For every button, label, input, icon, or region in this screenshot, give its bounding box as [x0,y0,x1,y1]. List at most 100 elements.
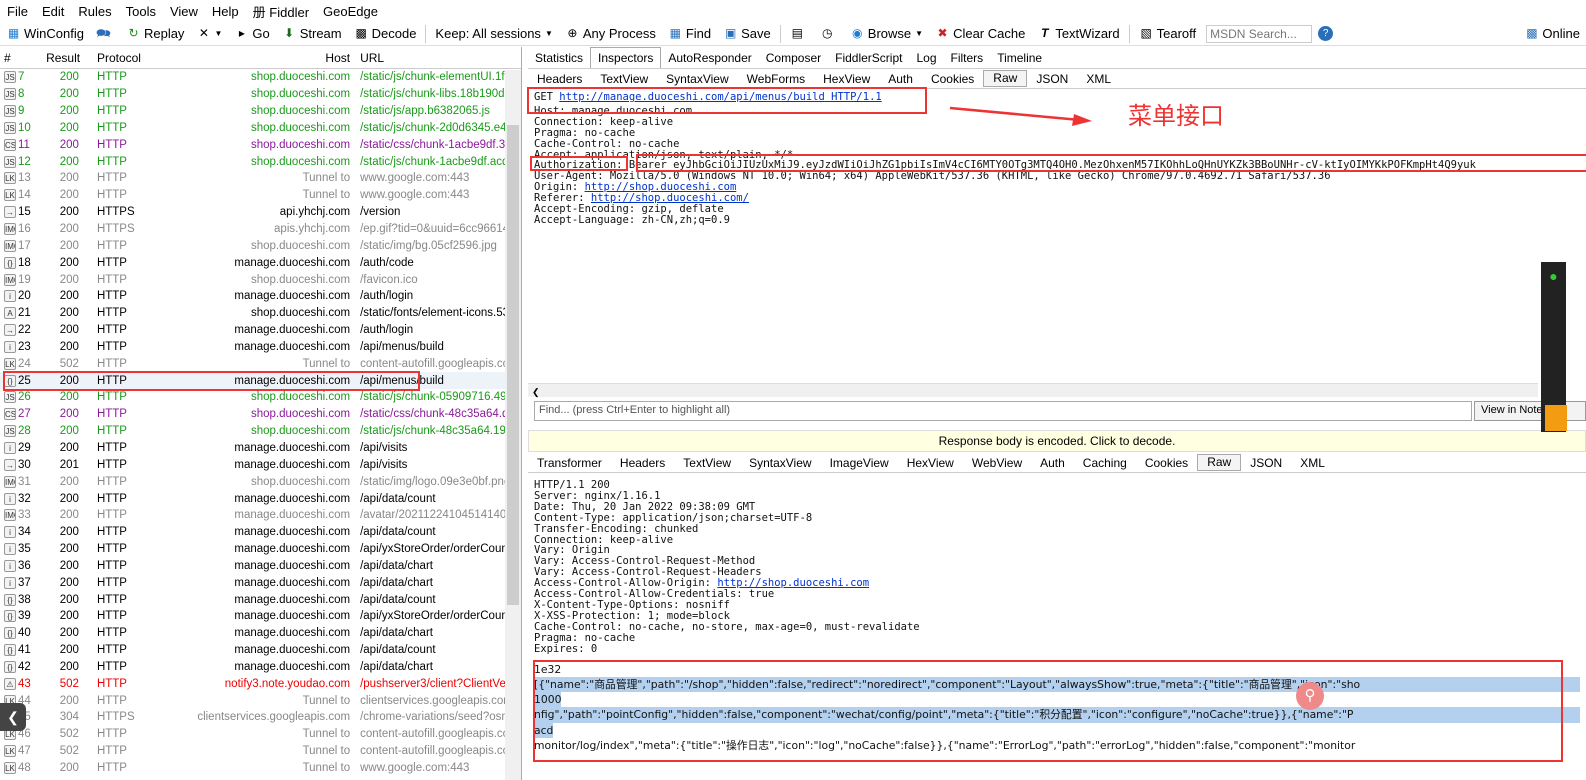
decode-button[interactable]: ▩ Decode [348,23,423,45]
tab-fiddlerscript[interactable]: FiddlerScript [828,48,909,68]
session-row[interactable]: ⚠ 43 502 HTTP notify3.note.youdao.com/pushse… [0,675,521,692]
subtab-auth[interactable]: Auth [879,69,922,89]
subtab-transformer[interactable]: Transformer [528,453,611,473]
help-button[interactable]: ? [1312,23,1342,45]
menu-item-7[interactable]: GeoEdge [316,4,385,19]
go-button[interactable]: ▸ Go [228,23,275,45]
tab-timeline[interactable]: Timeline [990,48,1049,68]
subtab-cookies[interactable]: Cookies [1136,453,1197,473]
sessions-scrollbar[interactable] [505,70,521,780]
winconfig-button[interactable]: ▦ WinConfig [0,23,90,45]
remove-button[interactable]: ✕ ▼ [190,23,228,45]
subtab-imageview[interactable]: ImageView [821,453,898,473]
tab-statistics[interactable]: Statistics [528,48,590,68]
session-row[interactable]: i 36 200 HTTP manage.duoceshi.com/api/data/c… [0,557,521,574]
comment-button[interactable]: 🗪 [90,23,120,45]
find-button[interactable]: ▦ Find [662,23,717,45]
subtab-hexview[interactable]: HexView [814,69,879,89]
msdn-search-input[interactable]: MSDN Search... [1206,24,1313,43]
decode-notice-bar[interactable]: Response body is encoded. Click to decod… [528,430,1586,452]
session-row[interactable]: JS 7 200 HTTP shop.duoceshi.com/static/js/ch… [0,69,521,86]
column-header-result[interactable]: Result [42,51,85,65]
session-row[interactable]: LK 24 502 HTTP Tunnel to content-autofill.goo… [0,355,521,372]
menu-item-6[interactable]: 册 Fiddler [246,2,316,21]
subtab-syntaxview[interactable]: SyntaxView [657,69,737,89]
menu-item-5[interactable]: Help [205,4,246,19]
session-row[interactable]: LK 46 502 HTTP Tunnel to content-autofill.goo… [0,726,521,743]
subtab-cookies[interactable]: Cookies [922,69,983,89]
session-row[interactable]: LK 13 200 HTTP Tunnel to www.google.com:443 [0,170,521,187]
back-arrow-icon[interactable]: ❮ [0,703,26,731]
menu-item-2[interactable]: Rules [71,4,118,19]
session-row[interactable]: i 23 200 HTTP manage.duoceshi.com/api/menus/… [0,339,521,356]
search-icon[interactable]: ⚲ [1296,682,1324,710]
subtab-textview[interactable]: TextView [591,69,657,89]
view-in-notepad-button[interactable]: View in Note [1474,401,1586,421]
session-row[interactable]: {} 40 200 HTTP manage.duoceshi.com/api/data/… [0,625,521,642]
session-row[interactable]: → 22 200 HTTP manage.duoceshi.com/auth/login [0,322,521,339]
any-process-button[interactable]: ⊕ Any Process [559,23,662,45]
subtab-headers[interactable]: Headers [611,453,674,473]
session-row[interactable]: i 34 200 HTTP manage.duoceshi.com/api/data/c… [0,524,521,541]
session-row[interactable]: JS 26 200 HTTP shop.duoceshi.com/static/js/c… [0,389,521,406]
tab-autoresponder[interactable]: AutoResponder [661,48,758,68]
subtab-webview[interactable]: WebView [963,453,1031,473]
menu-item-1[interactable]: Edit [35,4,71,19]
column-header-host[interactable]: Host [145,51,356,65]
column-header-protocol[interactable]: Protocol [85,51,145,65]
session-row[interactable]: A 21 200 HTTP shop.duoceshi.com/static/fonts… [0,305,521,322]
session-row[interactable]: i 32 200 HTTP manage.duoceshi.com/api/data/c… [0,490,521,507]
subtab-caching[interactable]: Caching [1074,453,1136,473]
tab-inspectors[interactable]: Inspectors [590,47,662,68]
session-row[interactable]: {} 41 200 HTTP manage.duoceshi.com/api/data/… [0,642,521,659]
session-row[interactable]: i 35 200 HTTP manage.duoceshi.com/api/yxStor… [0,541,521,558]
request-horizontal-scrollbar[interactable]: ❮ [528,383,1538,397]
session-row[interactable]: → 15 200 HTTPS api.yhchj.com/version [0,204,521,221]
replay-button[interactable]: ↻ Replay [120,23,190,45]
tab-log[interactable]: Log [909,48,943,68]
session-row[interactable]: CSS27 200 HTTP shop.duoceshi.com/static/css… [0,406,521,423]
session-row[interactable]: {} 42 200 HTTP manage.duoceshi.com/api/data/… [0,659,521,676]
session-row[interactable]: {} 39 200 HTTP manage.duoceshi.com/api/yxSto… [0,608,521,625]
column-header-url[interactable]: URL [356,51,521,65]
subtab-xml[interactable]: XML [1291,453,1334,473]
session-row[interactable]: LK 44 200 HTTP Tunnel to clientservices.googl… [0,692,521,709]
menu-item-4[interactable]: View [163,4,205,19]
subtab-raw[interactable]: Raw [983,70,1028,87]
session-row[interactable]: LK 48 200 HTTP Tunnel to www.google.com:443 [0,760,521,777]
subtab-json[interactable]: JSON [1027,69,1077,89]
online-status[interactable]: ▩ Online [1518,23,1586,45]
session-row[interactable]: IMG33 200 HTTP manage.duoceshi.com/avatar/2… [0,507,521,524]
tab-composer[interactable]: Composer [759,48,828,68]
subtab-textview[interactable]: TextView [674,453,740,473]
session-row[interactable]: i 37 200 HTTP manage.duoceshi.com/api/data/c… [0,574,521,591]
screenshot-button[interactable]: ▤ [784,23,814,45]
clear-cache-button[interactable]: ✖ Clear Cache [929,23,1031,45]
menu-item-3[interactable]: Tools [119,4,163,19]
session-row[interactable]: JS 28 200 HTTP shop.duoceshi.com/static/js/c… [0,423,521,440]
session-row[interactable]: → 30 201 HTTP manage.duoceshi.com/api/visits [0,456,521,473]
session-row[interactable]: i 20 200 HTTP manage.duoceshi.com/auth/login [0,288,521,305]
user-icon[interactable] [1545,405,1567,431]
subtab-auth[interactable]: Auth [1031,453,1074,473]
session-row[interactable]: IMG31 200 HTTP shop.duoceshi.com/static/img… [0,473,521,490]
session-row[interactable]: {} 38 200 HTTP manage.duoceshi.com/api/data/… [0,591,521,608]
microphone-icon[interactable]: ● [1541,268,1566,284]
session-row[interactable]: IMG16 200 HTTPS apis.yhchj.com/ep.gif?tid=0… [0,221,521,238]
browse-button[interactable]: ◉ Browse ▼ [844,23,929,45]
stream-button[interactable]: ⬇ Stream [276,23,348,45]
session-row[interactable]: i 29 200 HTTP manage.duoceshi.com/api/visits [0,440,521,457]
tab-filters[interactable]: Filters [944,48,991,68]
subtab-raw[interactable]: Raw [1197,454,1242,471]
session-row[interactable]: IMG45304HTTPSclientservices.googleapis.c… [0,709,521,726]
subtab-xml[interactable]: XML [1077,69,1120,89]
session-row[interactable]: LK 47 502 HTTP Tunnel to content-autofill.goo… [0,743,521,760]
subtab-hexview[interactable]: HexView [898,453,963,473]
keep-sessions-dropdown[interactable]: Keep: All sessions ▼ [429,23,558,45]
session-row[interactable]: IMG17 200 HTTP shop.duoceshi.com/static/img… [0,237,521,254]
column-header-number[interactable]: # [0,51,42,65]
session-row[interactable]: LK 14 200 HTTP Tunnel to www.google.com:443 [0,187,521,204]
session-row[interactable]: {} 18 200 HTTP manage.duoceshi.com/auth/code [0,254,521,271]
textwizard-button[interactable]: T TextWizard [1031,23,1125,45]
subtab-json[interactable]: JSON [1241,453,1291,473]
